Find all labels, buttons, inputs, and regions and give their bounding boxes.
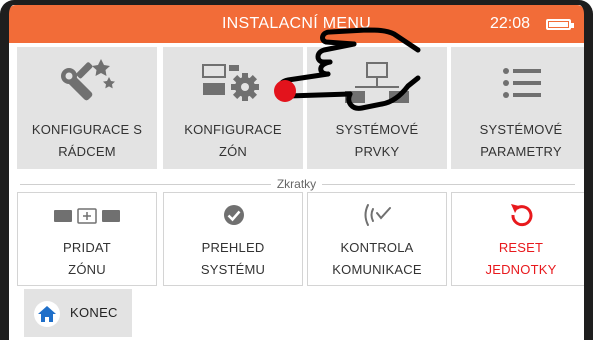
wizard-wrench-icon bbox=[17, 57, 157, 107]
check-circle-icon bbox=[164, 201, 302, 229]
end-button[interactable]: KONEC bbox=[24, 289, 132, 337]
list-icon bbox=[451, 57, 591, 107]
shortcut-label: KONTROLA KOMUNIKACE bbox=[332, 240, 422, 277]
shortcut-reset-unit[interactable]: RESET JEDNOTKY bbox=[451, 192, 591, 286]
shortcut-communication-check[interactable]: KONTROLA KOMUNIKACE bbox=[307, 192, 447, 286]
menu-tile-wizard-config[interactable]: KONFIGURACE S RÁDCEM bbox=[17, 47, 157, 169]
add-zone-icon bbox=[18, 201, 156, 229]
shortcut-label: RESET JEDNOTKY bbox=[485, 240, 557, 277]
menu-tile-label: SYSTÉMOVÉ PARAMETRY bbox=[479, 122, 563, 159]
clock: 22:08 bbox=[489, 15, 530, 32]
pointing-hand-icon bbox=[270, 20, 430, 135]
shortcut-add-zone[interactable]: PRIDAT ZÓNU bbox=[17, 192, 157, 286]
shortcut-label: PREHLED SYSTÉMU bbox=[200, 240, 266, 277]
shortcut-label: PRIDAT ZÓNU bbox=[63, 240, 111, 277]
shortcuts-heading: Zkratky bbox=[0, 177, 593, 191]
menu-tile-label: KONFIGURACE S RÁDCEM bbox=[31, 122, 143, 159]
battery-full-icon bbox=[546, 19, 574, 30]
home-icon bbox=[34, 301, 60, 327]
menu-tile-system-parameters[interactable]: SYSTÉMOVÉ PARAMETRY bbox=[451, 47, 591, 169]
signal-check-icon bbox=[308, 201, 446, 229]
reset-icon bbox=[452, 201, 590, 229]
end-button-label: KONEC bbox=[70, 305, 118, 320]
shortcut-system-overview[interactable]: PREHLED SYSTÉMU bbox=[163, 192, 303, 286]
